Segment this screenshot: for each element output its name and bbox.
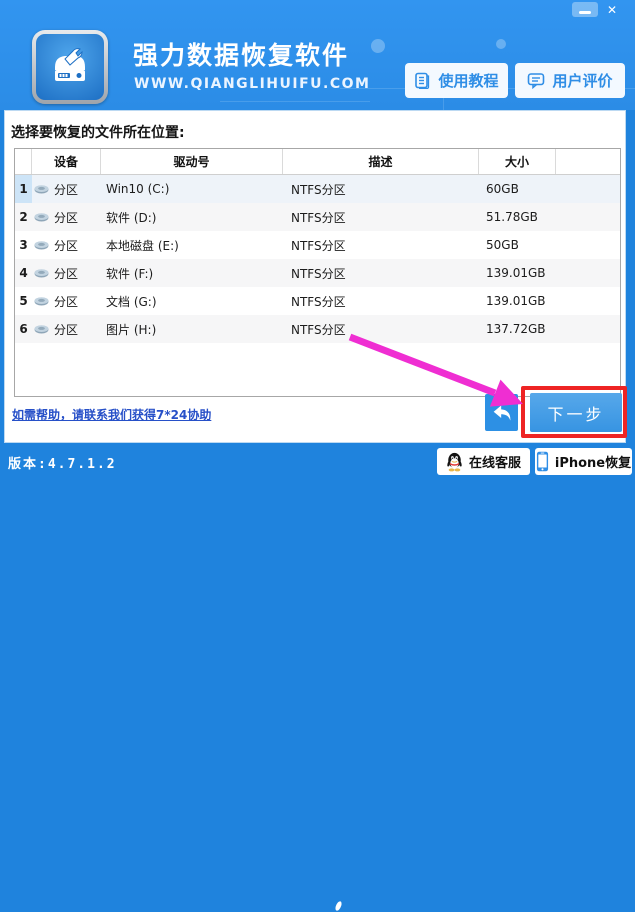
drive-cell: 软件 (D:) [101,203,283,231]
online-service-button[interactable]: 在线客服 [437,448,530,475]
app-title: 强力数据恢复软件 [133,36,349,72]
disk-icon [34,325,49,334]
drive-cell: Win10 (C:) [101,175,283,203]
device-cell: 分区 [32,175,101,203]
device-label: 分区 [54,209,78,226]
column-header-size[interactable]: 大小 [479,149,556,174]
back-button[interactable] [485,394,518,431]
help-link[interactable]: 如需帮助，请联系我们获得7*24协助 [12,406,211,423]
row-number: 1 [15,175,32,203]
device-label: 分区 [54,265,78,282]
device-label: 分区 [54,321,78,338]
close-icon: ✕ [607,3,617,17]
document-icon [414,72,431,89]
device-cell: 分区 [32,315,101,343]
review-button[interactable]: 用户评价 [515,63,625,98]
device-cell: 分区 [32,203,101,231]
main-panel: 选择要恢复的文件所在位置: 设备 驱动号 描述 大小 1 分区 Win10 (C… [4,110,626,443]
size-cell: 137.72GB [479,315,556,343]
desc-cell: NTFS分区 [283,203,479,231]
desc-cell: NTFS分区 [283,175,479,203]
row-number: 4 [15,259,32,287]
iphone-recovery-label: iPhone恢复 [555,452,631,471]
device-label: 分区 [54,181,78,198]
column-header-num[interactable] [15,149,32,174]
column-header-desc[interactable]: 描述 [283,149,479,174]
cursor-artifact [335,900,343,911]
section-title: 选择要恢复的文件所在位置: [11,122,185,142]
next-button[interactable]: 下一步 [530,393,622,432]
row-number: 2 [15,203,32,231]
column-header-device[interactable]: 设备 [32,149,101,174]
minimize-icon [579,11,591,14]
device-cell: 分区 [32,287,101,315]
size-cell: 139.01GB [479,259,556,287]
size-cell: 51.78GB [479,203,556,231]
table-body: 1 分区 Win10 (C:) NTFS分区 60GB 2 分区 软件 (D:)… [15,175,620,343]
iphone-recovery-button[interactable]: iPhone恢复 [535,448,632,475]
iphone-icon [536,451,549,472]
undo-arrow-icon [492,404,512,422]
disk-icon [34,241,49,250]
size-cell: 60GB [479,175,556,203]
drive-cell: 文档 (G:) [101,287,283,315]
table-row[interactable]: 4 分区 软件 (F:) NTFS分区 139.01GB [15,259,620,287]
disk-icon [34,297,49,306]
comment-icon [527,72,545,89]
minimize-button[interactable] [572,2,598,17]
close-button[interactable]: ✕ [601,1,623,18]
device-label: 分区 [54,293,78,310]
table-row[interactable]: 1 分区 Win10 (C:) NTFS分区 60GB [15,175,620,203]
app-url: WWW.QIANGLIHUIFU.COM [134,76,370,92]
review-button-label: 用户评价 [552,70,612,91]
online-service-label: 在线客服 [469,452,521,471]
size-cell: 50GB [479,231,556,259]
column-header-drive[interactable]: 驱动号 [101,149,283,174]
header-decor-line [220,101,370,102]
tutorial-button[interactable]: 使用教程 [405,63,508,98]
status-bar: 版本:4.7.1.2 在线客服 iPhone恢复 [0,443,635,479]
device-label: 分区 [54,237,78,254]
window-header: 强力数据恢复软件 WWW.QIANGLIHUIFU.COM 使用教程 用户评价 … [0,0,635,110]
device-cell: 分区 [32,231,101,259]
row-number: 6 [15,315,32,343]
row-number: 5 [15,287,32,315]
table-row[interactable]: 2 分区 软件 (D:) NTFS分区 51.78GB [15,203,620,231]
device-cell: 分区 [32,259,101,287]
partition-table: 设备 驱动号 描述 大小 1 分区 Win10 (C:) NTFS分区 60GB… [14,148,621,397]
table-row[interactable]: 3 分区 本地磁盘 (E:) NTFS分区 50GB [15,231,620,259]
disk-icon [34,185,49,194]
table-row[interactable]: 5 分区 文档 (G:) NTFS分区 139.01GB [15,287,620,315]
tutorial-button-label: 使用教程 [438,70,498,91]
desc-cell: NTFS分区 [283,259,479,287]
drive-wrench-icon [47,45,93,89]
disk-icon [34,213,49,222]
drive-cell: 本地磁盘 (E:) [101,231,283,259]
header-decor-dot [496,39,506,49]
row-number: 3 [15,231,32,259]
disk-icon [34,269,49,278]
drive-cell: 图片 (H:) [101,315,283,343]
size-cell: 139.01GB [479,287,556,315]
drive-cell: 软件 (F:) [101,259,283,287]
desc-cell: NTFS分区 [283,287,479,315]
table-header-row: 设备 驱动号 描述 大小 [15,149,620,175]
version-label: 版本:4.7.1.2 [8,453,117,472]
column-header-extra[interactable] [556,149,620,174]
qq-icon [446,452,463,472]
header-decor-dot [371,39,385,53]
desc-cell: NTFS分区 [283,231,479,259]
app-logo [32,30,108,104]
desc-cell: NTFS分区 [283,315,479,343]
table-row[interactable]: 6 分区 图片 (H:) NTFS分区 137.72GB [15,315,620,343]
